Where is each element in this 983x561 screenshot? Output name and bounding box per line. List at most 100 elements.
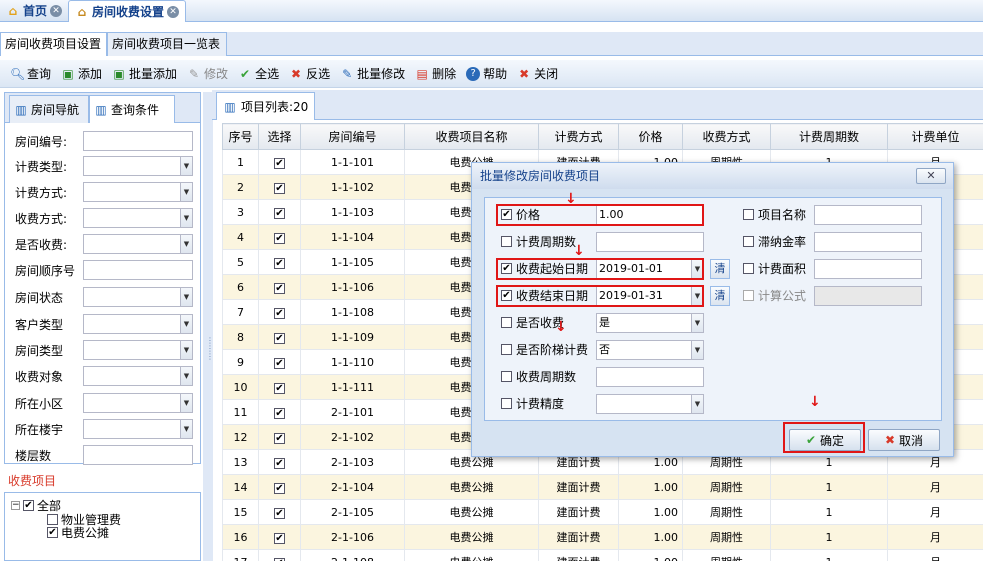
- column-header[interactable]: 价格: [618, 123, 683, 150]
- row-checkbox[interactable]: ✔: [274, 182, 285, 194]
- table-row[interactable]: 17 ✔ 2-1-108电费公摊建面计费1.00周期性1月: [222, 549, 983, 561]
- table-row[interactable]: 16 ✔ 2-1-106 电费公摊 建面计费 1.00 周期性 1 月: [222, 524, 983, 550]
- dialog-close-button[interactable]: ✕: [916, 168, 946, 184]
- delete-button[interactable]: ▤ 删除: [415, 65, 456, 82]
- dialog-field-input[interactable]: [596, 366, 704, 387]
- field-enable-checkbox[interactable]: [501, 398, 512, 409]
- column-header[interactable]: 计费周期数: [770, 123, 888, 150]
- row-select-cell[interactable]: ✔: [258, 324, 301, 350]
- clear-date-button[interactable]: 清: [710, 258, 730, 279]
- row-select-cell[interactable]: ✔: [258, 224, 301, 250]
- tab-item-list[interactable]: ▥ 项目列表:20: [216, 92, 316, 120]
- dropdown-arrow-icon[interactable]: ▼: [180, 394, 192, 412]
- dropdown-arrow-icon[interactable]: ▼: [180, 367, 192, 385]
- field-enable-checkbox[interactable]: [743, 236, 754, 247]
- row-checkbox[interactable]: ✔: [274, 207, 285, 219]
- dropdown-arrow-icon[interactable]: ▼: [691, 394, 703, 413]
- tab-home[interactable]: ⌂ 首页 ✕: [0, 0, 68, 22]
- query-field-select[interactable]: ▼: [83, 156, 193, 176]
- field-enable-checkbox[interactable]: [743, 263, 754, 274]
- dropdown-arrow-icon[interactable]: ▼: [180, 157, 192, 175]
- table-row[interactable]: 14 ✔ 2-1-104 电费公摊 建面计费 1.00 周期性 1 月: [222, 474, 983, 500]
- dropdown-arrow-icon[interactable]: ▼: [691, 313, 703, 332]
- collapse-icon[interactable]: −: [11, 501, 20, 510]
- row-checkbox[interactable]: ✔: [274, 382, 285, 394]
- dialog-field-select[interactable]: 是 ▼: [596, 312, 704, 333]
- row-checkbox[interactable]: ✔: [274, 432, 285, 444]
- close-icon[interactable]: ✕: [167, 5, 180, 18]
- row-select-cell[interactable]: ✔: [258, 199, 301, 225]
- query-field-select[interactable]: ▼: [83, 366, 193, 386]
- tab-query-conditions[interactable]: ▥ 查询条件: [89, 95, 175, 123]
- query-field-input[interactable]: [83, 131, 193, 151]
- dropdown-arrow-icon[interactable]: ▼: [180, 209, 192, 227]
- column-header[interactable]: 计费单位: [887, 123, 983, 150]
- dialog-field-select[interactable]: ▼: [596, 393, 704, 414]
- close-icon[interactable]: ✕: [50, 5, 63, 17]
- batch-modify-button[interactable]: ✎ 批量修改: [340, 65, 405, 82]
- field-enable-checkbox[interactable]: [501, 317, 512, 328]
- dropdown-arrow-icon[interactable]: ▼: [180, 315, 192, 333]
- query-button[interactable]: 🔍︎ 查询: [10, 65, 51, 82]
- tab-room-fee-item-list[interactable]: 房间收费项目一览表: [107, 32, 227, 56]
- row-checkbox[interactable]: ✔: [274, 332, 285, 344]
- row-checkbox[interactable]: ✔: [274, 407, 285, 419]
- dropdown-arrow-icon[interactable]: ▼: [180, 288, 192, 306]
- add-button[interactable]: ▣ 添加: [61, 65, 102, 82]
- dialog-field-select[interactable]: 否 ▼: [596, 339, 704, 360]
- query-field-select[interactable]: ▼: [83, 314, 193, 334]
- column-header[interactable]: 序号: [222, 123, 259, 150]
- row-select-cell[interactable]: ✔: [258, 524, 301, 550]
- query-field-select[interactable]: ▼: [83, 208, 193, 228]
- dropdown-arrow-icon[interactable]: ▼: [180, 183, 192, 201]
- field-enable-checkbox[interactable]: [501, 236, 512, 247]
- dialog-field-input[interactable]: [814, 231, 922, 252]
- row-select-cell[interactable]: ✔: [258, 274, 301, 300]
- row-select-cell[interactable]: ✔: [258, 249, 301, 275]
- row-checkbox[interactable]: ✔: [274, 557, 285, 561]
- row-checkbox[interactable]: ✔: [274, 232, 285, 244]
- tree-item-checkbox[interactable]: ✔: [47, 527, 58, 538]
- row-checkbox[interactable]: ✔: [274, 157, 285, 169]
- column-header[interactable]: 计费方式: [538, 123, 619, 150]
- field-enable-checkbox[interactable]: [743, 209, 754, 220]
- row-checkbox[interactable]: ✔: [274, 307, 285, 319]
- select-all-button[interactable]: ✔ 全选: [238, 65, 279, 82]
- dialog-field-input[interactable]: [814, 285, 922, 306]
- table-row[interactable]: 15 ✔ 2-1-105 电费公摊 建面计费 1.00 周期性 1 月: [222, 499, 983, 525]
- clear-date-button[interactable]: 清: [710, 285, 730, 306]
- cancel-button[interactable]: ✖ 取消: [868, 429, 940, 451]
- query-field-input[interactable]: [83, 445, 193, 465]
- dialog-field-input[interactable]: [814, 258, 922, 279]
- batch-add-button[interactable]: ▣ 批量添加: [112, 65, 177, 82]
- splitter-handle[interactable]: ⋮ ⋮ ⋮: [206, 337, 214, 361]
- field-enable-checkbox[interactable]: [501, 371, 512, 382]
- row-select-cell[interactable]: ✔: [258, 499, 301, 525]
- query-field-select[interactable]: ▼: [83, 182, 193, 202]
- row-select-cell[interactable]: ✔: [258, 549, 301, 561]
- tree-item-electricity-fee[interactable]: ✔ 电费公摊: [47, 524, 109, 541]
- dialog-field-input[interactable]: [596, 231, 704, 252]
- row-checkbox[interactable]: ✔: [274, 257, 285, 269]
- column-header[interactable]: 选择: [258, 123, 301, 150]
- dialog-field-input[interactable]: [814, 204, 922, 225]
- row-select-cell[interactable]: ✔: [258, 374, 301, 400]
- row-select-cell[interactable]: ✔: [258, 474, 301, 500]
- row-select-cell[interactable]: ✔: [258, 449, 301, 475]
- tree-root-checkbox[interactable]: ✔: [23, 500, 34, 511]
- row-select-cell[interactable]: ✔: [258, 349, 301, 375]
- panel-splitter[interactable]: ⋮ ⋮ ⋮: [203, 92, 214, 561]
- query-field-input[interactable]: [83, 260, 193, 280]
- column-header[interactable]: 房间编号: [300, 123, 405, 150]
- row-checkbox[interactable]: ✔: [274, 457, 285, 469]
- dropdown-arrow-icon[interactable]: ▼: [691, 340, 703, 359]
- modify-button[interactable]: ✎ 修改: [187, 65, 228, 82]
- query-field-select[interactable]: ▼: [83, 287, 193, 307]
- row-select-cell[interactable]: ✔: [258, 399, 301, 425]
- row-select-cell[interactable]: ✔: [258, 424, 301, 450]
- query-field-select[interactable]: ▼: [83, 419, 193, 439]
- dropdown-arrow-icon[interactable]: ▼: [180, 420, 192, 438]
- row-checkbox[interactable]: ✔: [274, 507, 285, 519]
- field-enable-checkbox[interactable]: [501, 344, 512, 355]
- row-checkbox[interactable]: ✔: [274, 532, 285, 544]
